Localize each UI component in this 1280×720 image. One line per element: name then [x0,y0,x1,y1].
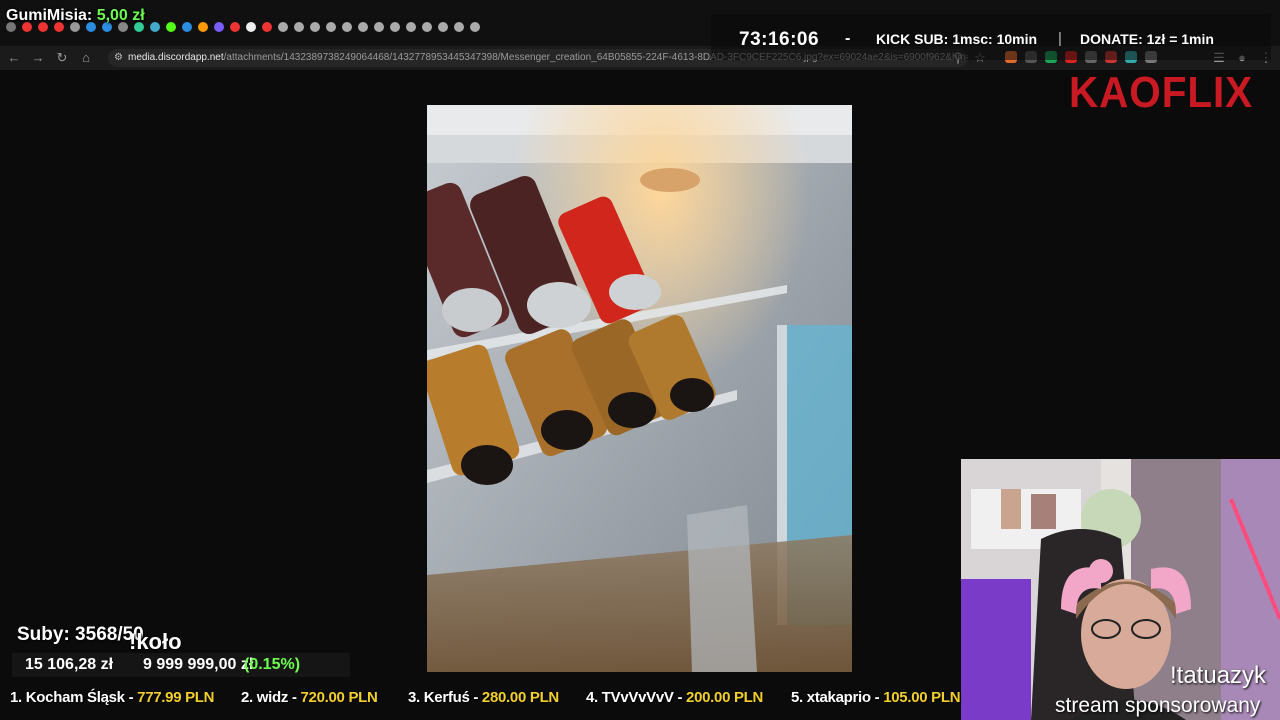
ticker-name: 1. Kocham Śląsk - [10,689,138,706]
kick-sub-rate: KICK SUB: 1msc: 10min [876,31,1038,47]
tab-icon[interactable] [150,22,160,32]
rate-separator: | [1058,30,1062,47]
last-donation: GumiMisia: 5,00 zł [6,7,145,25]
tab-icon[interactable] [422,22,432,32]
donor-amount: 5,00 zł [96,7,145,24]
ticker-name: 4. TVvVvVvV - [586,689,687,706]
ticker-value: 777.99 PLN [137,689,215,706]
tab-icon[interactable] [310,22,320,32]
tab-icon[interactable] [358,22,368,32]
wheel-command: !koło [129,629,182,654]
fridge-photo [427,105,852,672]
tab-icon[interactable] [406,22,416,32]
tab-icon[interactable] [342,22,352,32]
tab-icon[interactable] [470,22,480,32]
youtube-tab-icon[interactable] [230,22,240,32]
ticker-name: 2. widz - [241,689,301,706]
url-host: media.discordapp.net [128,52,224,63]
ticker-value: 105.00 PLN [883,689,961,706]
tiktok-tab-icon[interactable] [246,22,256,32]
back-arrow-icon[interactable]: ← [6,50,22,66]
reload-icon[interactable]: ↻ [54,50,70,66]
tab-icon[interactable] [390,22,400,32]
ticker-item: 2. widz - 720.00 PLN [241,689,378,706]
channel-logo: KAOFLIX [1069,68,1254,117]
ticker-name: 3. Kerfuś - [408,689,482,706]
tab-icon[interactable] [438,22,448,32]
ticker-value: 280.00 PLN [481,689,559,706]
tab-icon[interactable] [182,22,192,32]
kick-tab-icon[interactable] [166,22,176,32]
donate-rate: DONATE: 1zł = 1min [1080,31,1214,47]
goal-current: 15 106,28 zł [25,656,114,673]
ticker-item: 5. xtakaprio - 105.00 PLN [791,689,961,706]
site-settings-icon[interactable]: ⚙ [114,49,123,67]
tab-icon[interactable] [454,22,464,32]
tab-icon[interactable] [374,22,384,32]
tab-icon[interactable] [294,22,304,32]
youtube-tab-icon[interactable] [262,22,272,32]
donor-name: GumiMisia: [6,7,93,24]
fridge-photo-illustration [427,105,852,672]
tab-icon[interactable] [326,22,336,32]
tab-icon[interactable] [214,22,224,32]
ticker-item: 4. TVvVvVvV - 200.00 PLN [586,689,763,706]
calendar-tab-icon[interactable] [198,22,208,32]
tab-icon[interactable] [278,22,288,32]
forward-arrow-icon[interactable]: → [30,50,46,66]
subathon-timer: 73:16:06 [739,29,820,50]
goal-target: 9 999 999,00 zł [143,656,254,673]
home-icon[interactable]: ⌂ [78,50,94,66]
ticker-name: 5. xtakaprio - [791,689,884,706]
ticker-item: 3. Kerfuś - 280.00 PLN [408,689,559,706]
top-donors-ticker: 1. Kocham Śląsk - 777.99 PLN 2. widz - 7… [0,686,1280,712]
goal-percent: (0.15%) [244,656,301,673]
ticker-item: 1. Kocham Śląsk - 777.99 PLN [10,689,215,706]
ticker-value: 200.00 PLN [686,689,764,706]
timer-separator: - [845,30,851,47]
ticker-value: 720.00 PLN [300,689,378,706]
sub-counter: Suby: 3568/50 [17,624,144,645]
